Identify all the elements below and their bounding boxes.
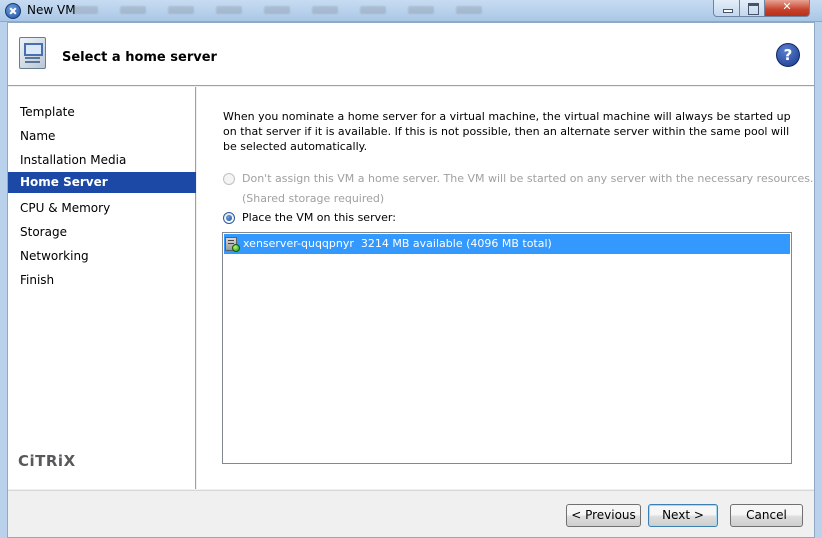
wizard-steps-sidebar: Template Name Installation Media Home Se…: [8, 87, 196, 489]
shared-storage-note: (Shared storage required): [242, 192, 385, 205]
page-title: Select a home server: [62, 50, 217, 65]
sidebar-item-networking[interactable]: Networking: [8, 244, 196, 268]
title-bar: New VM: [0, 0, 822, 22]
server-list-row[interactable]: xenserver-quqqpnyr 3214 MB available (40…: [224, 234, 790, 254]
server-online-status-icon: [232, 244, 240, 252]
cancel-button[interactable]: Cancel: [730, 504, 803, 527]
maximize-button[interactable]: [739, 0, 765, 17]
sidebar-item-name[interactable]: Name: [8, 124, 196, 148]
wizard-steps-list: Template Name Installation Media Home Se…: [8, 100, 196, 292]
home-server-page-icon: [19, 37, 46, 69]
citrix-logo: CiTRiX: [18, 452, 76, 470]
place-vm-label[interactable]: Place the VM on this server:: [242, 211, 396, 224]
window-title: New VM: [27, 3, 76, 17]
sidebar-item-finish[interactable]: Finish: [8, 268, 196, 292]
background-menu-bar: [72, 6, 482, 14]
server-entry-text: xenserver-quqqpnyr 3214 MB available (40…: [243, 234, 552, 254]
sidebar-item-cpu-memory[interactable]: CPU & Memory: [8, 196, 196, 220]
help-icon[interactable]: ?: [776, 43, 800, 67]
sidebar-item-storage[interactable]: Storage: [8, 220, 196, 244]
next-button[interactable]: Next >: [648, 504, 718, 527]
new-vm-wizard: Select a home server ? Template Name Ins…: [7, 22, 815, 538]
citrix-logo-text: CiTRiX: [18, 452, 76, 470]
sidebar-item-template[interactable]: Template: [8, 100, 196, 124]
no-home-server-radio: [223, 172, 235, 185]
server-memory: 3214 MB available (4096 MB total): [360, 237, 552, 250]
place-vm-radio[interactable]: [223, 211, 235, 224]
xencenter-app-icon: [5, 3, 21, 19]
wizard-header: Select a home server ?: [8, 23, 814, 86]
previous-button[interactable]: < Previous: [566, 504, 641, 527]
no-home-server-option: Don't assign this VM a home server. The …: [223, 172, 813, 185]
minimize-button[interactable]: [713, 0, 740, 17]
no-home-server-label: Don't assign this VM a home server. The …: [242, 172, 814, 185]
wizard-footer: < Previous Next > Cancel: [8, 490, 814, 537]
sidebar-item-home-server[interactable]: Home Server: [8, 172, 196, 193]
close-window-button[interactable]: [764, 0, 810, 17]
description-text: When you nominate a home server for a vi…: [223, 110, 791, 153]
home-server-panel: When you nominate a home server for a vi…: [197, 87, 814, 489]
server-list[interactable]: xenserver-quqqpnyr 3214 MB available (40…: [222, 232, 792, 464]
place-vm-option[interactable]: Place the VM on this server:: [223, 211, 396, 224]
server-name: xenserver-quqqpnyr: [243, 237, 354, 250]
sidebar-item-installation-media[interactable]: Installation Media: [8, 148, 196, 172]
